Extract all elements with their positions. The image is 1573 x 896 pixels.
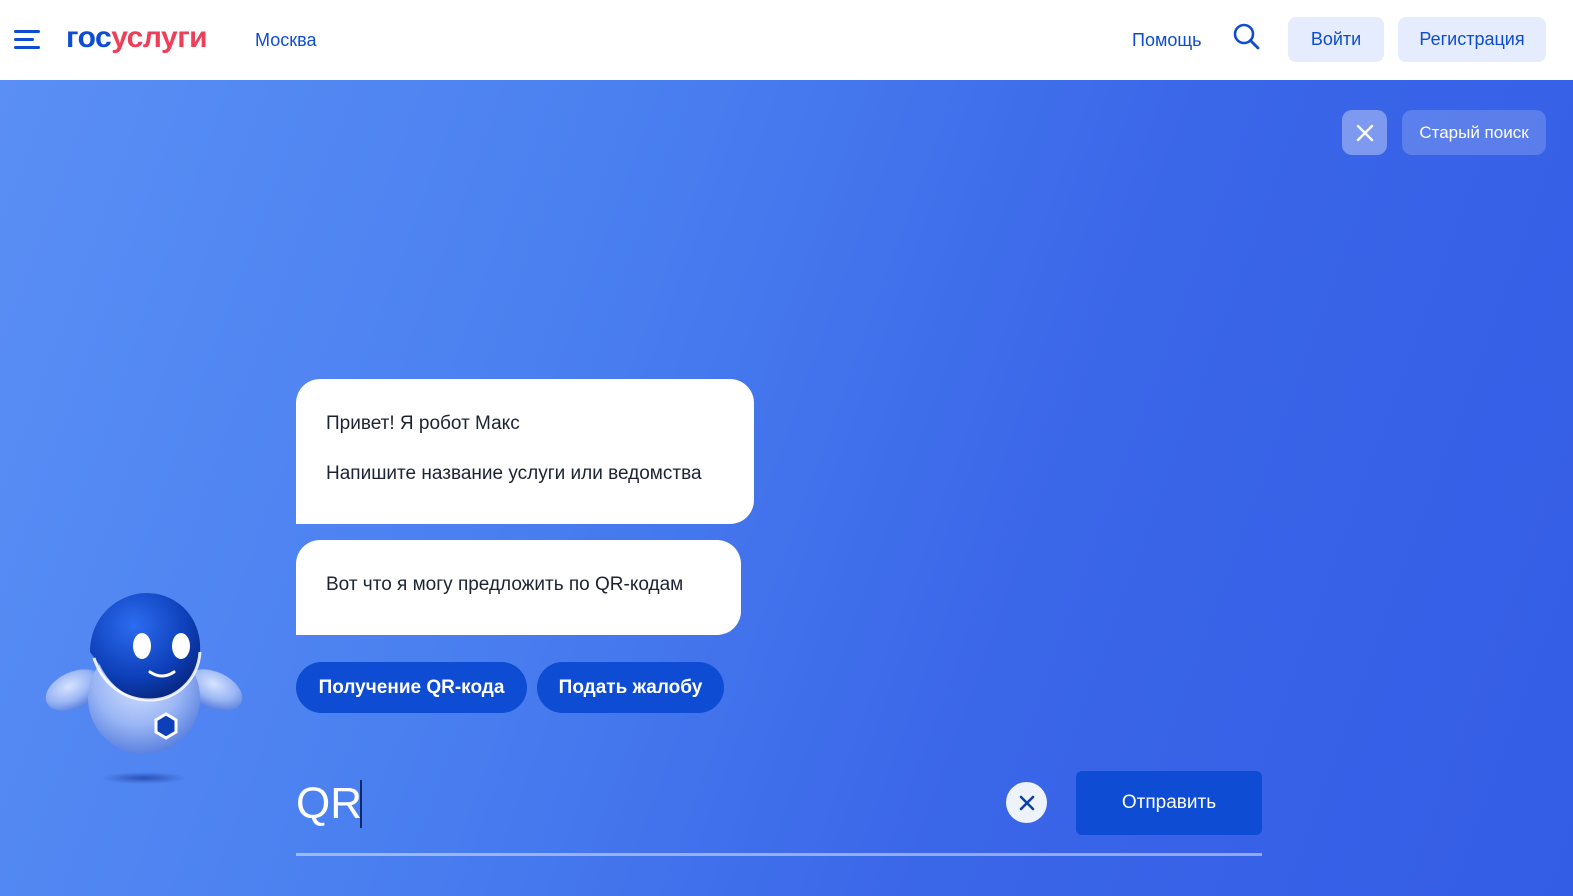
- old-search-button[interactable]: Старый поиск: [1402, 110, 1546, 155]
- logo-part-uslugi: услуги: [111, 21, 208, 54]
- suggestion-text: Вот что я могу предложить по QR-кодам: [326, 574, 684, 595]
- close-icon: [1019, 795, 1034, 810]
- search-icon[interactable]: [1232, 22, 1262, 52]
- chat-bubble-suggestion: Вот что я могу предложить по QR-кодам: [296, 540, 741, 635]
- help-link[interactable]: Помощь: [1132, 29, 1202, 51]
- city-selector[interactable]: Москва: [255, 29, 316, 51]
- greeting-text: Привет! Я робот Макс: [326, 413, 520, 434]
- search-input[interactable]: QR: [296, 778, 362, 830]
- prompt-text: Напишите название услуги или ведомства: [326, 463, 702, 484]
- chat-bubble-greeting: Привет! Я робот Макс Напишите название у…: [296, 379, 754, 524]
- send-button[interactable]: Отправить: [1076, 771, 1262, 835]
- text-caret: [360, 780, 362, 828]
- clear-input-button[interactable]: [1006, 782, 1047, 823]
- close-button[interactable]: [1342, 110, 1387, 155]
- chip-file-complaint[interactable]: Подать жалобу: [537, 662, 724, 713]
- logo-part-gos: гос: [66, 21, 112, 54]
- chip-get-qr-code[interactable]: Получение QR-кода: [296, 662, 527, 713]
- chat-search-area: Старый поиск Привет! Я робот Макс Напиши…: [0, 80, 1573, 896]
- menu-icon[interactable]: [14, 28, 42, 52]
- register-button[interactable]: Регистрация: [1398, 17, 1546, 62]
- site-header: госуслуги Москва Помощь Войти Регистраци…: [0, 0, 1573, 80]
- gosuslugi-logo[interactable]: госуслуги: [66, 20, 208, 56]
- login-button[interactable]: Войти: [1288, 17, 1384, 62]
- close-icon: [1356, 124, 1373, 141]
- input-underline: [296, 853, 1262, 856]
- robot-max-avatar: [42, 590, 248, 790]
